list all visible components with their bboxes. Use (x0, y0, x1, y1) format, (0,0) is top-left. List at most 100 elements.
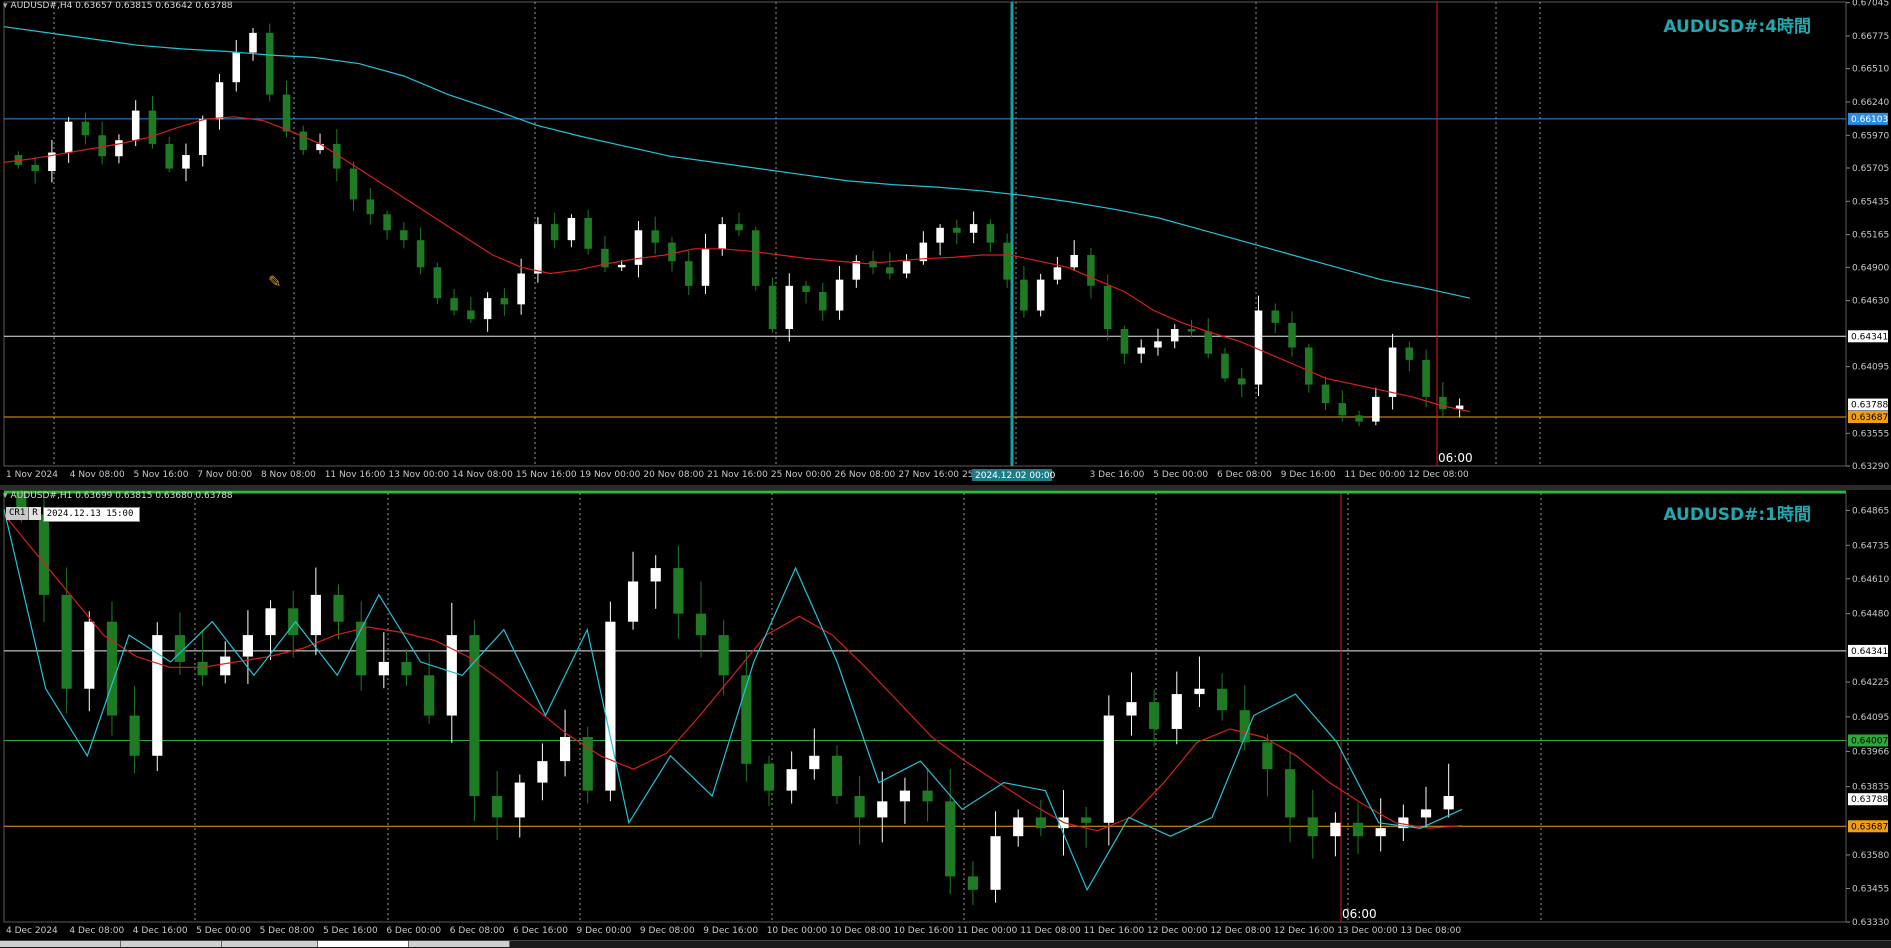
time-tick-label: 5 Dec 00:00 (196, 926, 251, 936)
candle-body (1271, 310, 1280, 323)
candle-body (1375, 828, 1386, 837)
candle-body (165, 143, 173, 169)
time-tick-label: 26 Nov 08:00 (835, 470, 896, 480)
h4-chart-svg[interactable]: 0.67045 0.66775 0.66510 0.66240 0.65970 0.657… (0, 0, 1891, 485)
candle-body (517, 273, 525, 305)
candle-body (467, 310, 475, 320)
time-tick-label: 9 Dec 00:00 (577, 926, 632, 936)
candle-body (1149, 702, 1160, 729)
price-tick-label: 0.65705 (1852, 164, 1889, 174)
time-tick-label: 9 Dec 16:00 (703, 926, 758, 936)
candle-body (809, 755, 820, 770)
time-tick-label: 13 Nov 00:00 (388, 470, 449, 480)
candle-body (899, 790, 911, 802)
crosshair-readout: CR1 R 2024.12.13 15:00 (6, 507, 141, 522)
candle-body (1087, 254, 1095, 286)
candle-body (617, 264, 626, 268)
candle-body (1126, 702, 1137, 716)
price-badge-label: 0.64341 (1851, 332, 1888, 342)
candle-body (1217, 688, 1228, 711)
price-tick-label: 0.64630 (1852, 297, 1889, 307)
chart-tab-3[interactable] (222, 941, 318, 947)
candle-body (1120, 329, 1129, 354)
candle-body (922, 790, 933, 802)
time-tick-label: 12 Dec 08:00 (1408, 470, 1469, 480)
plot-frame (3, 1, 1847, 467)
selected-date-label: 2024.12.02 00:00 (975, 471, 1056, 481)
price-tick-label: 0.64735 (1852, 541, 1889, 551)
time-tick-label: 10 Dec 08:00 (830, 926, 891, 936)
chart-tab-active[interactable] (318, 941, 409, 947)
candle-body (1036, 279, 1045, 311)
price-tick-label: 0.66510 (1852, 65, 1889, 75)
candle-body (550, 224, 559, 241)
candle-body (1338, 403, 1347, 416)
chart-tab-1[interactable] (0, 941, 121, 947)
chart-tab-2[interactable] (121, 941, 222, 947)
price-tick-label: 0.64865 (1852, 506, 1889, 516)
h4-chart-pane[interactable]: 0.67045 0.66775 0.66510 0.66240 0.65970 0.657… (0, 0, 1891, 485)
time-tick-label: 10 Dec 00:00 (767, 926, 828, 936)
time-tick-label: 11 Dec 08:00 (1020, 926, 1081, 936)
h1-chart-svg[interactable]: 0.64865 0.64735 0.64610 0.64480 0.64225 0.640… (0, 490, 1891, 947)
price-tick-label: 0.64225 (1852, 678, 1889, 688)
time-tick-label: 20 Nov 08:00 (643, 470, 704, 480)
candle-body (148, 110, 157, 144)
h1-header: ▾ AUDUSD#,H1 0.63699 0.63815 0.63680 0.63… (3, 491, 233, 501)
candle-body (1307, 817, 1318, 837)
candle-body (1221, 353, 1229, 379)
chart-tab-5[interactable] (409, 941, 510, 947)
candle-body (416, 240, 425, 268)
price-tick-label: 0.63966 (1852, 747, 1889, 757)
candle-body (1262, 742, 1273, 770)
time-tick-label: 3 Dec 16:00 (1090, 470, 1145, 480)
candle-body (1352, 822, 1364, 837)
h4-watermark: AUDUSD#:4時間 (1663, 17, 1811, 37)
candle-body (584, 217, 592, 249)
collapse-triangle-icon[interactable]: ▾ (3, 1, 8, 11)
candle-body (902, 261, 911, 274)
candle-body (831, 755, 843, 796)
candle-body (763, 763, 775, 791)
price-badge-label: 0.63788 (1851, 795, 1888, 805)
time-tick-label: 25 Nov 00:00 (771, 470, 832, 480)
candle-body (1288, 322, 1296, 348)
candle-body (701, 248, 710, 286)
candle-body (310, 594, 321, 636)
time-tick-label: 6 Dec 08:00 (450, 926, 505, 936)
candle-body (751, 230, 760, 286)
time-tick-label: 6 Dec 16:00 (513, 926, 568, 936)
candle-body (969, 224, 978, 233)
pencil-icon[interactable]: ✎ (268, 272, 281, 291)
h1-header-text: AUDUSD#,H1 0.63699 0.63815 0.63680 0.637… (10, 491, 233, 501)
candle-body (936, 227, 944, 243)
price-tick-label: 0.64900 (1852, 263, 1889, 273)
candle-body (366, 199, 375, 215)
candle-body (400, 230, 408, 241)
price-badge-label: 0.64007 (1851, 736, 1888, 746)
crosshair-mode: R (28, 507, 41, 520)
candle-body (1305, 347, 1313, 385)
time-tick-label: 10 Dec 16:00 (893, 926, 954, 936)
time-tick-label: 5 Dec 08:00 (260, 926, 315, 936)
time-tick-label: 5 Nov 16:00 (133, 470, 188, 480)
candle-body (854, 795, 865, 818)
candle-body (1154, 341, 1162, 348)
time-tick-label: 25 (962, 470, 973, 480)
time-tick-label: 14 Nov 08:00 (452, 470, 513, 480)
collapse-triangle-icon[interactable]: ▾ (3, 491, 8, 501)
candle-body (1081, 817, 1092, 823)
candle-body (718, 635, 729, 676)
candle-body (802, 285, 810, 292)
candle-body (1103, 715, 1114, 823)
candle-body (433, 267, 442, 299)
price-tick-label: 0.63555 (1852, 429, 1889, 439)
candle-body (401, 661, 412, 676)
time-tick-label: 1 Nov 2024 (6, 470, 58, 480)
time-tick-label: 12 Dec 00:00 (1147, 926, 1208, 936)
crosshair-tag: CR1 (6, 507, 29, 520)
h1-chart-pane[interactable]: 0.64865 0.64735 0.64610 0.64480 0.64225 0.640… (0, 490, 1891, 947)
candle-body (265, 32, 274, 95)
time-tick-label: 12 Dec 08:00 (1210, 926, 1271, 936)
candle-body (537, 761, 548, 783)
